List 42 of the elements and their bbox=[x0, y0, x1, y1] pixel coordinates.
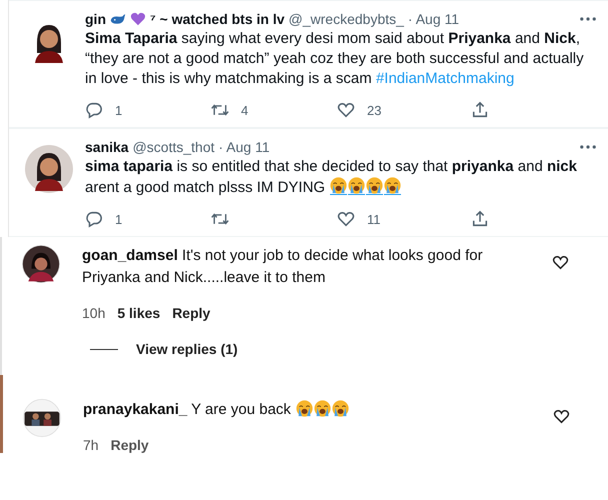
tweet-text: sima taparia is so entitled that she decided to say that priyanka and nick arent a good match plsss IM DYING bbox=[85, 158, 577, 196]
like-action[interactable]: 23 bbox=[337, 101, 463, 119]
crying-face-icon bbox=[348, 177, 366, 195]
heart-icon bbox=[130, 12, 146, 26]
crying-face-icon bbox=[366, 177, 384, 195]
comment-time: 10h bbox=[82, 305, 106, 321]
like-heart-icon[interactable] bbox=[553, 409, 570, 424]
user-handle[interactable]: @_wreckedbybts_ bbox=[288, 11, 404, 27]
share-icon[interactable] bbox=[471, 210, 489, 228]
tweet-text: Sima Taparia saying what every desi mom said about Priyanka and Nick, “they are not a good match” yeah coz they are both successful and actually in love - this is why matchmaking is a scam #IndianMatchmaking bbox=[85, 30, 584, 87]
avatar-icon bbox=[25, 145, 73, 193]
likes-count[interactable]: 5 likes bbox=[117, 305, 160, 321]
speech-bubble-icon bbox=[85, 101, 103, 119]
share-icon[interactable] bbox=[471, 101, 489, 119]
reply-link[interactable]: Reply bbox=[110, 437, 149, 453]
comment-text: pranaykakani_ Y are you back bbox=[83, 401, 291, 418]
tweet-date[interactable]: · Aug 11 bbox=[408, 11, 460, 27]
crying-face-icon bbox=[330, 177, 348, 195]
user-handle[interactable]: @scotts_thot bbox=[132, 139, 215, 155]
comment-text: goan_damsel It's not your job to decide what looks good for Priyanka and Nick.....leave it to them bbox=[82, 247, 483, 286]
like-heart-icon[interactable] bbox=[552, 255, 569, 270]
reply-link[interactable]: Reply bbox=[172, 305, 210, 321]
more-options-icon[interactable] bbox=[580, 17, 596, 21]
user-name-suffix: ⁷ ~ watched bts in lv bbox=[150, 11, 285, 27]
speech-bubble-icon bbox=[85, 210, 103, 228]
tweet-date[interactable]: · Aug 11 bbox=[218, 139, 270, 155]
crying-face-icon bbox=[384, 177, 402, 195]
crying-face-icon bbox=[314, 400, 331, 417]
user-name[interactable]: gin bbox=[85, 11, 106, 27]
crying-face-icon bbox=[332, 400, 349, 417]
reply-action[interactable]: 1 bbox=[85, 210, 211, 228]
reply-action[interactable]: 1 bbox=[85, 101, 211, 119]
whale-icon bbox=[110, 12, 126, 26]
comment-time: 7h bbox=[83, 437, 99, 453]
view-replies-link[interactable]: View replies (1) bbox=[136, 341, 238, 357]
more-options-icon[interactable] bbox=[580, 145, 596, 149]
heart-outline-icon bbox=[337, 101, 355, 119]
crying-face-icon bbox=[296, 400, 313, 417]
heart-outline-icon bbox=[337, 210, 355, 228]
retweet-action[interactable]: 4 bbox=[211, 101, 337, 119]
user-name[interactable]: sanika bbox=[85, 139, 129, 155]
like-action[interactable]: 11 bbox=[337, 210, 463, 228]
